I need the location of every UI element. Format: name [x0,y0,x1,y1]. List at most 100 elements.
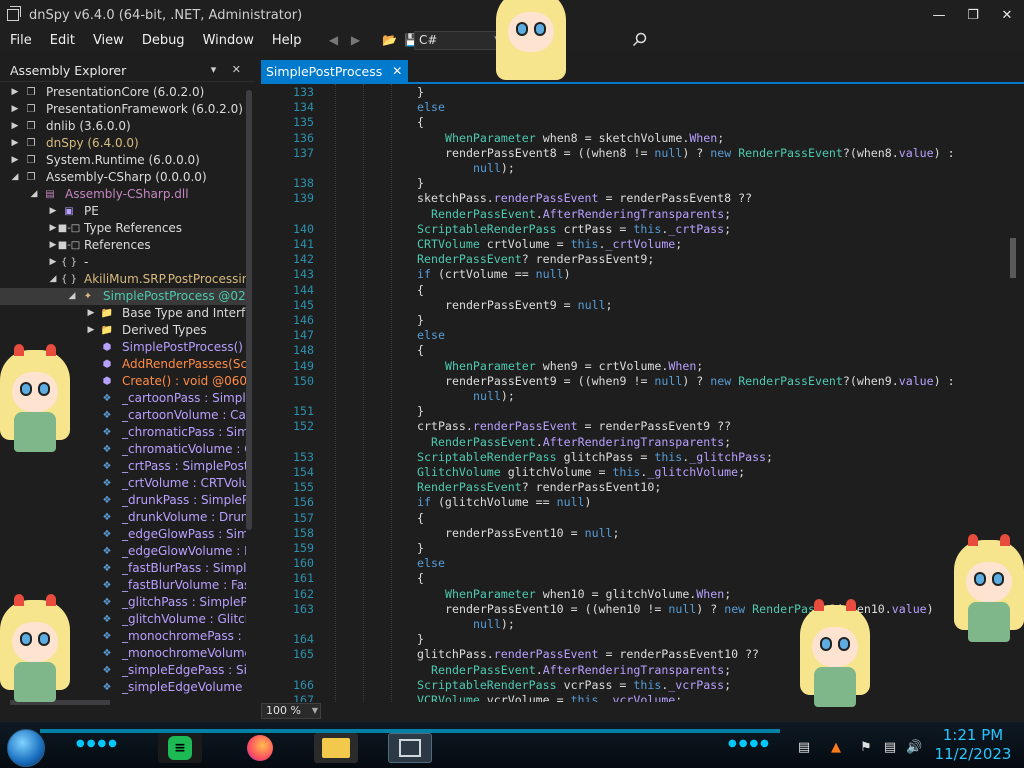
taskbar-file-explorer[interactable] [314,733,358,763]
collapse-icon[interactable]: ◢ [10,169,20,186]
character-sticker [800,599,870,715]
menu-edit[interactable]: Edit [41,33,84,48]
open-icon[interactable]: 📂 [380,31,398,49]
minimize-button[interactable]: — [922,0,956,30]
tree-node[interactable]: ▶ ❐ dnlib (3.6.0.0) [0,118,246,135]
menu-help[interactable]: Help [263,33,311,48]
panel-controls[interactable]: ▾ ✕ [211,63,247,76]
code-editor[interactable]: 133} 134 else 135{136 WhenParameter when8 = … [261,84,1024,702]
tree-node[interactable]: ◢{ } AkiliMum.SRP.PostProcessing [0,271,246,288]
line-number: 149 [293,358,314,373]
expand-icon[interactable]: ▶ [10,118,20,135]
language-select[interactable]: C# ▼ [414,31,504,50]
code-token: when10 = glitchVolume. [535,586,697,601]
network-icon[interactable]: ▤ [882,740,898,756]
expand-icon[interactable]: ▶ [48,237,58,254]
tree-node[interactable]: ▶ ■-□ Type References [0,220,246,237]
expand-icon[interactable]: ▶ [48,254,58,271]
menu-file[interactable]: File [0,33,41,48]
taskbar-dnspy[interactable] [388,733,432,763]
tree-node[interactable]: ▶ ❐ PresentationCore (6.0.2.0) [0,84,246,101]
tree-node[interactable]: ❖ _crtPass : SimplePostP [0,458,246,475]
speaker-icon[interactable]: 🔊 [906,740,922,756]
tree-node[interactable]: ❖ _drunkVolume : Drunk [0,509,246,526]
code-token: RenderPassEvent [417,480,522,495]
field-icon: ❖ [102,511,112,523]
taskbar-notes-app[interactable]: ≡ [158,733,202,763]
sticker-eye [516,22,528,36]
tree-node[interactable]: ◢ ▤ Assembly-CSharp.dll [0,186,246,203]
tree-node[interactable]: ▶ ▣ PE [0,203,246,220]
sticker-dress [968,602,1010,642]
close-button[interactable]: ✕ [990,0,1024,30]
line-number: 165 [293,647,314,662]
code-line: 159} [261,540,1021,556]
tree-node[interactable]: ❖ _edgeGlowPass : Simp [0,526,246,543]
menu-debug[interactable]: Debug [133,33,194,48]
field-icon: ❖ [102,647,112,659]
clock[interactable]: 1:21 PM 11/2/2023 [930,726,1016,764]
app-tray-icon[interactable]: ▲ [828,740,844,756]
code-token: = renderPassEvent8 ?? [598,191,753,206]
tree-node[interactable]: ▶ ❐ System.Runtime (6.0.0.0) [0,152,246,169]
expand-icon[interactable]: ▶ [10,135,20,152]
search-icon[interactable] [632,32,650,50]
tree-node-label: _chromaticPass : Simp [122,425,246,439]
menu-window[interactable]: Window [194,33,263,48]
collapse-icon[interactable]: ◢ [48,271,58,288]
code-token: ; [724,586,732,601]
folder-icon [322,738,350,758]
tree-node[interactable]: ▶ ❐ dnSpy (6.4.0.0) [0,135,246,152]
tree-node[interactable]: ▶ 📁 Base Type and Interfac [0,305,246,322]
taskbar-firefox[interactable] [238,733,282,763]
expand-icon[interactable]: ▶ [10,101,20,118]
explorer-scrollbar[interactable] [246,90,252,530]
code-token: glitchVolume = [500,465,613,479]
tree-node[interactable]: ◢ ❐ Assembly-CSharp (0.0.0.0) [0,169,246,186]
tree-node[interactable]: ❖ _drunkPass : SimplePo [0,492,246,509]
tree-node[interactable]: ▶ ❐ PresentationFramework (6.0.2.0) [0,101,246,118]
close-tab-icon[interactable]: ✕ [392,64,402,78]
collapse-icon[interactable]: ◢ [67,288,77,305]
tree-node[interactable]: ❖ _crtVolume : CRTVolun [0,475,246,492]
tree-node[interactable]: ◢ ✦ SimplePostProcess @0200 [0,288,246,305]
expand-icon[interactable]: ▶ [86,322,96,339]
tree-node-label: AkiliMum.SRP.PostProcessing [84,272,246,286]
expand-icon[interactable]: ▶ [10,152,20,169]
code-token: _vcrPass [668,677,725,692]
tree-node[interactable]: ▶ 📁 Derived Types [0,322,246,339]
tree-node-label: Create() : void @06000 [122,374,246,388]
field-icon: ❖ [102,630,112,642]
zoom-select[interactable]: 100 % ▼ [261,703,321,719]
tree-node[interactable]: ▶{ } - [0,254,246,271]
tab-simplepostprocess[interactable]: SimplePostProcess ✕ [261,60,409,82]
tree-node[interactable]: ❖ _fastBlurVolume : Fastl [0,577,246,594]
code-token: ); [500,389,515,403]
pe-icon: ▣ [64,205,74,217]
code-token: ) ? [696,601,725,616]
code-text: ScriptableRenderPass vcrPass = this._vcr… [417,677,731,693]
expand-icon[interactable]: ▶ [10,84,20,101]
method-icon: ⬢ [102,358,112,370]
code-token: null [535,267,564,282]
menu-view[interactable]: View [84,33,133,48]
line-number: 162 [293,586,314,601]
expand-icon[interactable]: ▶ [48,220,58,237]
maximize-button[interactable]: ❐ [956,0,990,30]
collapse-icon[interactable]: ◢ [29,186,39,203]
code-line: 143 if (crtVolume == null) [261,266,1021,282]
tree-node[interactable]: ▶ ■-□ References [0,237,246,254]
expand-icon[interactable]: ▶ [48,203,58,220]
forward-icon[interactable]: ▶ [346,31,364,49]
code-line: 157 { [261,510,1021,526]
stairs-icon[interactable]: ▤ [796,740,812,756]
tree-node[interactable]: ❖ _fastBlurPass : SimpleP [0,560,246,577]
back-icon[interactable]: ◀ [324,31,342,49]
start-button[interactable] [7,729,45,767]
editor-scrollbar[interactable] [1010,238,1016,278]
expand-icon[interactable]: ▶ [86,305,96,322]
code-token: ; [675,693,683,702]
class-icon: ✦ [83,290,93,302]
tree-node[interactable]: ❖ _edgeGlowVolume : Ec [0,543,246,560]
flag-icon[interactable]: ⚑ [858,740,874,756]
